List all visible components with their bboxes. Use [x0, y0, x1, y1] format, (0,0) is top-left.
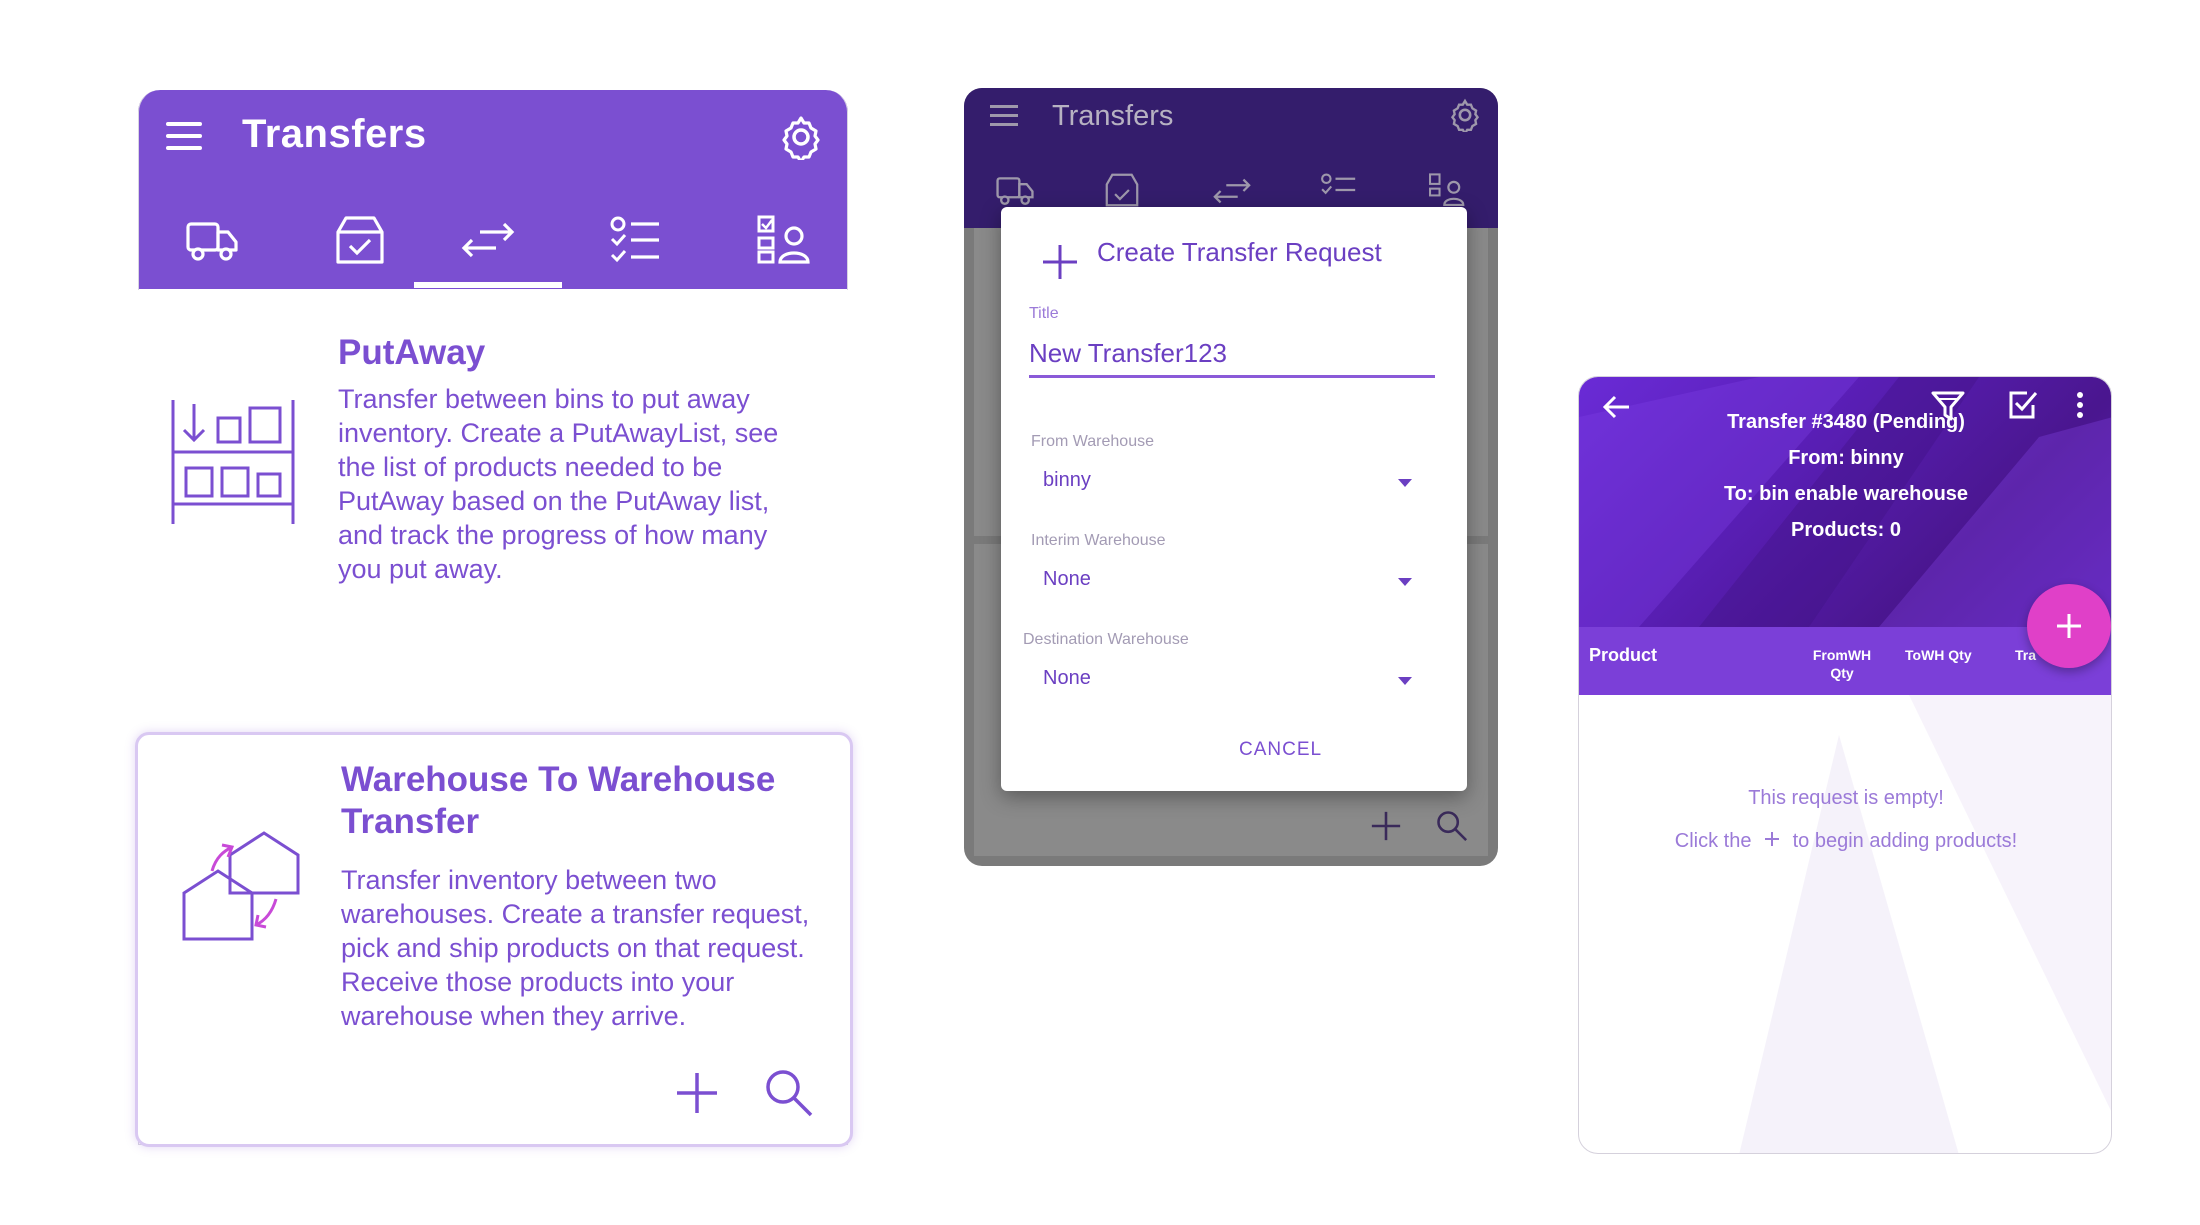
plus-icon [1368, 808, 1404, 844]
transfer-detail-screen: Transfer #3480 (Pending) From: binny To:… [1578, 376, 2112, 1154]
menu-icon [990, 104, 1020, 128]
dialog-title: Create Transfer Request [1097, 237, 1382, 267]
column-towh-qty: ToWH Qty [1905, 647, 1972, 663]
warehouse-transfer-icon [180, 827, 302, 945]
search-icon [1434, 808, 1470, 844]
title-input-underline [1029, 375, 1435, 378]
empty-hint-suffix: to begin adding products! [1792, 830, 2018, 852]
plus-icon [677, 1073, 717, 1113]
plus-icon [2057, 614, 2081, 638]
create-transfer-dialog: Create Transfer Request Title New Transf… [1001, 207, 1467, 791]
checklist-icon [1320, 172, 1358, 208]
transfers-screen: Transfers PutAway Transfer between bins … [135, 90, 853, 1147]
dropdown-caret-icon[interactable] [1398, 578, 1412, 586]
user-tasks-icon [1428, 172, 1466, 208]
column-fromwh: FromWH [1812, 647, 1872, 663]
title-input[interactable]: New Transfer123 [1029, 338, 1227, 369]
interim-warehouse-select[interactable]: None [1043, 568, 1091, 591]
card-title: Warehouse To Warehouse Transfer [341, 760, 776, 841]
column-fromwh-qty: Qty [1830, 665, 1854, 681]
card-description: Transfer inventory between two warehouse… [341, 865, 810, 1031]
from-warehouse-label: From Warehouse [1031, 433, 1154, 450]
truck-icon [996, 174, 1034, 206]
plus-icon [1757, 830, 1787, 853]
interim-warehouse-label: Interim Warehouse [1031, 532, 1166, 549]
dropdown-caret-icon[interactable] [1398, 677, 1412, 685]
transfer-header: Transfer #3480 (Pending) From: binny To:… [1579, 377, 2111, 627]
search-icon [766, 1070, 813, 1117]
column-transfer: Tra [2015, 647, 2037, 663]
empty-state-hint: Click the to begin adding products! [1579, 830, 2111, 853]
title-field-label: Title [1029, 305, 1059, 322]
shelf-icon [170, 400, 296, 526]
cancel-button[interactable]: CANCEL [1239, 739, 1322, 761]
search-button[interactable] [761, 1065, 817, 1121]
add-product-button[interactable] [2027, 584, 2111, 668]
swap-arrows-icon [1212, 176, 1252, 206]
column-product: Product [1589, 645, 1658, 665]
transfer-to: To: bin enable warehouse [1723, 483, 1969, 505]
transfer-from: From: binny [1788, 447, 1904, 469]
box-check-icon [1104, 172, 1140, 208]
background-watermark [1739, 695, 2111, 1153]
from-warehouse-select[interactable]: binny [1043, 469, 1091, 492]
transfer-number: Transfer #3480 (Pending) [1727, 411, 1965, 433]
card-title: PutAway [338, 333, 486, 372]
settings-gear-icon [1448, 98, 1482, 132]
empty-state-message: This request is empty! [1748, 787, 1944, 809]
transfer-product-count: Products: 0 [1790, 519, 1902, 541]
card-description: Transfer between bins to put away invent… [338, 384, 779, 584]
destination-warehouse-select[interactable]: None [1043, 667, 1091, 690]
add-button[interactable] [669, 1065, 725, 1121]
dropdown-caret-icon[interactable] [1398, 479, 1412, 487]
warehouse-transfer-card[interactable]: Warehouse To Warehouse Transfer Transfer… [135, 732, 853, 1147]
page-title: Transfers [1052, 100, 1174, 132]
plus-icon [1041, 243, 1079, 281]
empty-hint-prefix: Click the [1674, 830, 1752, 852]
destination-warehouse-label: Destination Warehouse [1023, 631, 1189, 648]
